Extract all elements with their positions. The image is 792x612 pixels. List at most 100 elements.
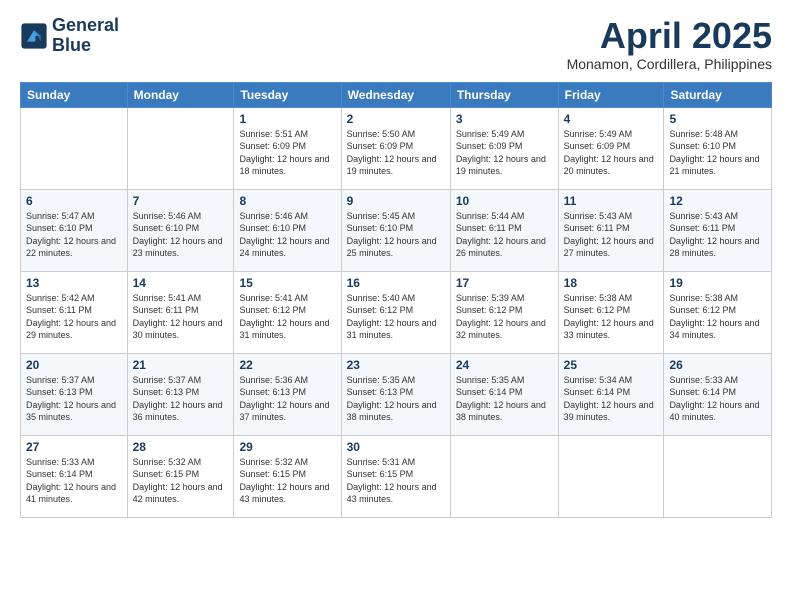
calendar-cell: 24Sunrise: 5:35 AMSunset: 6:14 PMDayligh…: [450, 353, 558, 435]
calendar-cell: 5Sunrise: 5:48 AMSunset: 6:10 PMDaylight…: [664, 107, 772, 189]
sunset-text: Sunset: 6:11 PM: [26, 304, 122, 317]
day-number: 23: [347, 358, 445, 372]
header-saturday: Saturday: [664, 82, 772, 107]
sunrise-text: Sunrise: 5:48 AM: [669, 128, 766, 141]
calendar-cell: 27Sunrise: 5:33 AMSunset: 6:14 PMDayligh…: [21, 435, 128, 517]
day-info: Sunrise: 5:33 AMSunset: 6:14 PMDaylight:…: [669, 374, 766, 424]
daylight-text: Daylight: 12 hours and 38 minutes.: [456, 399, 553, 424]
calendar-cell: 1Sunrise: 5:51 AMSunset: 6:09 PMDaylight…: [234, 107, 341, 189]
day-number: 20: [26, 358, 122, 372]
sunrise-text: Sunrise: 5:46 AM: [239, 210, 335, 223]
daylight-text: Daylight: 12 hours and 19 minutes.: [347, 153, 445, 178]
calendar-week-4: 20Sunrise: 5:37 AMSunset: 6:13 PMDayligh…: [21, 353, 772, 435]
sunset-text: Sunset: 6:11 PM: [564, 222, 659, 235]
day-number: 4: [564, 112, 659, 126]
day-number: 21: [133, 358, 229, 372]
day-info: Sunrise: 5:46 AMSunset: 6:10 PMDaylight:…: [133, 210, 229, 260]
daylight-text: Daylight: 12 hours and 27 minutes.: [564, 235, 659, 260]
daylight-text: Daylight: 12 hours and 31 minutes.: [347, 317, 445, 342]
calendar-cell: 17Sunrise: 5:39 AMSunset: 6:12 PMDayligh…: [450, 271, 558, 353]
daylight-text: Daylight: 12 hours and 24 minutes.: [239, 235, 335, 260]
weekday-header-row: Sunday Monday Tuesday Wednesday Thursday…: [21, 82, 772, 107]
day-number: 13: [26, 276, 122, 290]
day-info: Sunrise: 5:36 AMSunset: 6:13 PMDaylight:…: [239, 374, 335, 424]
day-number: 19: [669, 276, 766, 290]
calendar-cell: 11Sunrise: 5:43 AMSunset: 6:11 PMDayligh…: [558, 189, 664, 271]
day-number: 28: [133, 440, 229, 454]
calendar-cell: 4Sunrise: 5:49 AMSunset: 6:09 PMDaylight…: [558, 107, 664, 189]
calendar-cell: 28Sunrise: 5:32 AMSunset: 6:15 PMDayligh…: [127, 435, 234, 517]
day-number: 2: [347, 112, 445, 126]
day-info: Sunrise: 5:50 AMSunset: 6:09 PMDaylight:…: [347, 128, 445, 178]
calendar-cell: [558, 435, 664, 517]
title-block: April 2025 Monamon, Cordillera, Philippi…: [567, 16, 772, 72]
daylight-text: Daylight: 12 hours and 31 minutes.: [239, 317, 335, 342]
day-info: Sunrise: 5:38 AMSunset: 6:12 PMDaylight:…: [564, 292, 659, 342]
daylight-text: Daylight: 12 hours and 40 minutes.: [669, 399, 766, 424]
sunset-text: Sunset: 6:14 PM: [564, 386, 659, 399]
daylight-text: Daylight: 12 hours and 33 minutes.: [564, 317, 659, 342]
sunrise-text: Sunrise: 5:45 AM: [347, 210, 445, 223]
sunset-text: Sunset: 6:12 PM: [669, 304, 766, 317]
day-number: 26: [669, 358, 766, 372]
day-info: Sunrise: 5:40 AMSunset: 6:12 PMDaylight:…: [347, 292, 445, 342]
calendar-week-5: 27Sunrise: 5:33 AMSunset: 6:14 PMDayligh…: [21, 435, 772, 517]
calendar-cell: 2 Sunrise: 5:50 AMSunset: 6:09 PMDaylight…: [341, 107, 450, 189]
sunrise-text: Sunrise: 5:37 AM: [133, 374, 229, 387]
calendar-cell: 14Sunrise: 5:41 AMSunset: 6:11 PMDayligh…: [127, 271, 234, 353]
daylight-text: Daylight: 12 hours and 20 minutes.: [564, 153, 659, 178]
day-info: Sunrise: 5:41 AMSunset: 6:12 PMDaylight:…: [239, 292, 335, 342]
sunrise-text: Sunrise: 5:50 AM: [347, 128, 445, 141]
calendar-week-2: 6Sunrise: 5:47 AMSunset: 6:10 PMDaylight…: [21, 189, 772, 271]
day-number: 9: [347, 194, 445, 208]
day-number: 29: [239, 440, 335, 454]
sunrise-text: Sunrise: 5:33 AM: [669, 374, 766, 387]
day-info: Sunrise: 5:46 AMSunset: 6:10 PMDaylight:…: [239, 210, 335, 260]
sunrise-text: Sunrise: 5:35 AM: [347, 374, 445, 387]
day-number: 1: [239, 112, 335, 126]
sunset-text: Sunset: 6:10 PM: [239, 222, 335, 235]
sunrise-text: Sunrise: 5:42 AM: [26, 292, 122, 305]
sunrise-text: Sunrise: 5:38 AM: [669, 292, 766, 305]
calendar-week-3: 13Sunrise: 5:42 AMSunset: 6:11 PMDayligh…: [21, 271, 772, 353]
sunrise-text: Sunrise: 5:46 AM: [133, 210, 229, 223]
sunset-text: Sunset: 6:13 PM: [26, 386, 122, 399]
day-number: 6: [26, 194, 122, 208]
daylight-text: Daylight: 12 hours and 29 minutes.: [26, 317, 122, 342]
day-number: 16: [347, 276, 445, 290]
day-info: Sunrise: 5:48 AMSunset: 6:10 PMDaylight:…: [669, 128, 766, 178]
day-info: Sunrise: 5:33 AMSunset: 6:14 PMDaylight:…: [26, 456, 122, 506]
day-info: Sunrise: 5:43 AMSunset: 6:11 PMDaylight:…: [669, 210, 766, 260]
calendar-cell: [127, 107, 234, 189]
daylight-text: Daylight: 12 hours and 25 minutes.: [347, 235, 445, 260]
daylight-text: Daylight: 12 hours and 22 minutes.: [26, 235, 122, 260]
calendar-cell: 20Sunrise: 5:37 AMSunset: 6:13 PMDayligh…: [21, 353, 128, 435]
logo-icon: [20, 22, 48, 50]
day-number: 8: [239, 194, 335, 208]
calendar-cell: 25Sunrise: 5:34 AMSunset: 6:14 PMDayligh…: [558, 353, 664, 435]
calendar-cell: 26 Sunrise: 5:33 AMSunset: 6:14 PMDayligh…: [664, 353, 772, 435]
calendar-cell: 30Sunrise: 5:31 AMSunset: 6:15 PMDayligh…: [341, 435, 450, 517]
sunset-text: Sunset: 6:15 PM: [133, 468, 229, 481]
logo-name-line1: General: [52, 16, 119, 36]
calendar-cell: [664, 435, 772, 517]
calendar-cell: 12Sunrise: 5:43 AMSunset: 6:11 PMDayligh…: [664, 189, 772, 271]
sunset-text: Sunset: 6:11 PM: [456, 222, 553, 235]
daylight-text: Daylight: 12 hours and 43 minutes.: [239, 481, 335, 506]
day-info: Sunrise: 5:35 AMSunset: 6:14 PMDaylight:…: [456, 374, 553, 424]
sunset-text: Sunset: 6:13 PM: [133, 386, 229, 399]
daylight-text: Daylight: 12 hours and 43 minutes.: [347, 481, 445, 506]
sunrise-text: Sunrise: 5:43 AM: [564, 210, 659, 223]
daylight-text: Daylight: 12 hours and 26 minutes.: [456, 235, 553, 260]
header-friday: Friday: [558, 82, 664, 107]
sunrise-text: Sunrise: 5:49 AM: [456, 128, 553, 141]
calendar-cell: 22Sunrise: 5:36 AMSunset: 6:13 PMDayligh…: [234, 353, 341, 435]
sunrise-text: Sunrise: 5:36 AM: [239, 374, 335, 387]
sunrise-text: Sunrise: 5:41 AM: [133, 292, 229, 305]
sunset-text: Sunset: 6:13 PM: [347, 386, 445, 399]
logo: General Blue: [20, 16, 119, 56]
calendar-cell: 7Sunrise: 5:46 AMSunset: 6:10 PMDaylight…: [127, 189, 234, 271]
location-title: Monamon, Cordillera, Philippines: [567, 56, 772, 72]
sunset-text: Sunset: 6:15 PM: [347, 468, 445, 481]
calendar-cell: 29Sunrise: 5:32 AMSunset: 6:15 PMDayligh…: [234, 435, 341, 517]
